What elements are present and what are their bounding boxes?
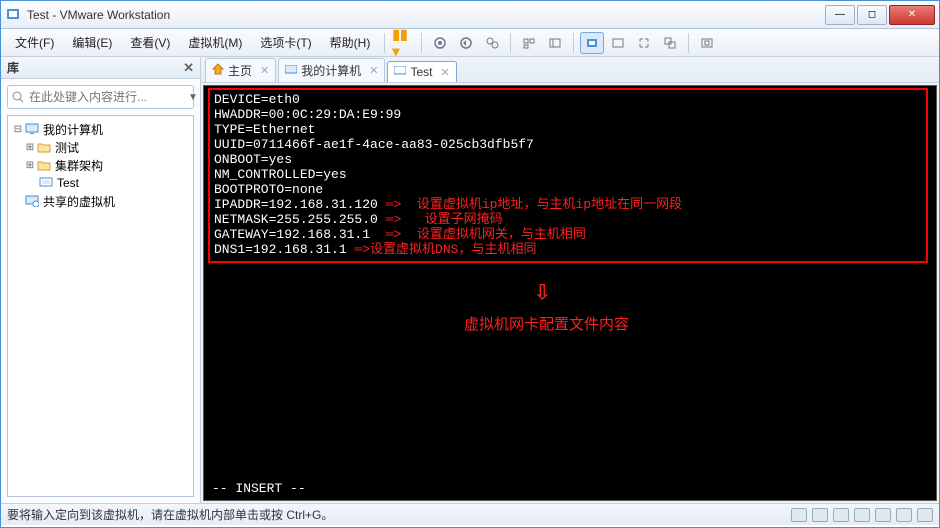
- tree-item-folder[interactable]: ⊞ 集群架构: [10, 156, 191, 174]
- minimize-button[interactable]: —: [825, 5, 855, 25]
- folder-icon: [36, 160, 52, 171]
- device-icon[interactable]: [917, 508, 933, 522]
- terminal-line: NETMASK=255.255.255.0 ═> 设置子网掩码: [214, 212, 922, 227]
- terminal-line: NM_CONTROLLED=yes: [214, 167, 922, 182]
- maximize-button[interactable]: ◻: [857, 5, 887, 25]
- device-icon[interactable]: [812, 508, 828, 522]
- manage-icon[interactable]: [480, 32, 504, 54]
- tab-strip: 主页 ✕ 我的计算机 ✕ Test ✕: [201, 57, 939, 83]
- annotation-text: 设置虚拟机DNS，与主机相同: [370, 242, 536, 257]
- annotation-text: 设置虚拟机网关，与主机相同: [417, 227, 586, 242]
- tab-close-icon[interactable]: ✕: [369, 64, 378, 77]
- pause-button[interactable]: ▮▮ ▾: [391, 32, 415, 54]
- annotation-box: DEVICE=eth0 HWADDR=00:0C:29:DA:E9:99 TYP…: [208, 88, 928, 263]
- tab-my-computer[interactable]: 我的计算机 ✕: [278, 58, 385, 82]
- terminal-line: ONBOOT=yes: [214, 152, 922, 167]
- arrow-icon: ═>: [386, 212, 425, 227]
- thumbnail-icon[interactable]: [517, 32, 541, 54]
- folder-icon: [36, 142, 52, 153]
- shared-icon: [24, 195, 40, 207]
- device-icon[interactable]: [854, 508, 870, 522]
- terminal-line: UUID=0711466f-ae1f-4ace-aa83-025cb3dfb5f…: [214, 137, 922, 152]
- tab-label: 主页: [228, 62, 252, 79]
- search-box[interactable]: ▼: [7, 85, 194, 109]
- sidebar: 库 ✕ ▼ ⊟ 我的计算机 ⊞ 测试 ⊞ 集群架构: [1, 57, 201, 503]
- main-panel: 主页 ✕ 我的计算机 ✕ Test ✕ DEVICE=eth0 HWADDR=0…: [201, 57, 939, 503]
- computer-icon: [24, 123, 40, 135]
- tab-label: 我的计算机: [301, 62, 361, 79]
- menu-tabs[interactable]: 选项卡(T): [252, 31, 319, 54]
- window-title: Test - VMware Workstation: [27, 8, 823, 22]
- terminal-line: IPADDR=192.168.31.120 ═> 设置虚拟机ip地址，与主机ip…: [214, 197, 922, 212]
- terminal-line: DEVICE=eth0: [214, 92, 922, 107]
- tab-test[interactable]: Test ✕: [387, 61, 456, 82]
- titlebar: Test - VMware Workstation — ◻ ✕: [1, 1, 939, 29]
- tree-item-folder[interactable]: ⊞ 测试: [10, 138, 191, 156]
- terminal-view[interactable]: DEVICE=eth0 HWADDR=00:0C:29:DA:E9:99 TYP…: [203, 85, 937, 501]
- search-input[interactable]: [29, 90, 184, 104]
- arrow-icon: ═>: [386, 197, 417, 212]
- device-icon[interactable]: [875, 508, 891, 522]
- fullscreen-icon[interactable]: [632, 32, 656, 54]
- revert-icon[interactable]: [454, 32, 478, 54]
- vim-mode-indicator: -- INSERT --: [212, 481, 306, 496]
- view-mode-2-icon[interactable]: [606, 32, 630, 54]
- tab-label: Test: [410, 65, 432, 79]
- app-icon: [5, 7, 21, 23]
- expand-icon[interactable]: ⊞: [24, 142, 36, 153]
- expand-icon[interactable]: ⊞: [24, 160, 36, 171]
- statusbar: 要将输入定向到该虚拟机，请在虚拟机内部单击或按 Ctrl+G。: [1, 503, 939, 525]
- search-dropdown-icon[interactable]: ▼: [188, 92, 198, 103]
- tree-shared[interactable]: 共享的虚拟机: [10, 192, 191, 210]
- tree-label: 我的计算机: [43, 121, 103, 138]
- sidebar-title: 库: [7, 59, 19, 76]
- menu-vm[interactable]: 虚拟机(M): [180, 31, 250, 54]
- annotation-text: 设置子网掩码: [425, 212, 503, 227]
- computer-icon: [285, 64, 297, 78]
- tree-label: 共享的虚拟机: [43, 193, 115, 210]
- terminal-line: TYPE=Ethernet: [214, 122, 922, 137]
- snapshot-icon[interactable]: [428, 32, 452, 54]
- tree-label: 集群架构: [55, 157, 103, 174]
- tree-label: Test: [57, 176, 79, 190]
- arrow-icon: ═>: [354, 242, 370, 257]
- menubar: 文件(F) 编辑(E) 查看(V) 虚拟机(M) 选项卡(T) 帮助(H) ▮▮…: [1, 29, 939, 57]
- annotation-caption: 虚拟机网卡配置文件内容: [464, 318, 629, 333]
- menu-help[interactable]: 帮助(H): [322, 31, 379, 54]
- tree-item-vm[interactable]: Test: [10, 174, 191, 192]
- menu-edit[interactable]: 编辑(E): [64, 31, 120, 54]
- status-device-icons: [791, 508, 933, 522]
- annotation-text: 设置虚拟机ip地址，与主机ip地址在同一网段: [417, 197, 682, 212]
- library-tree: ⊟ 我的计算机 ⊞ 测试 ⊞ 集群架构 Test 共享的虚拟机: [7, 115, 194, 497]
- menu-view[interactable]: 查看(V): [122, 31, 178, 54]
- big-arrow-icon: ⇩: [534, 286, 551, 301]
- tab-close-icon[interactable]: ✕: [440, 66, 449, 79]
- device-icon[interactable]: [791, 508, 807, 522]
- tab-home[interactable]: 主页 ✕: [205, 58, 276, 82]
- device-icon[interactable]: [896, 508, 912, 522]
- collapse-icon[interactable]: ⊟: [12, 124, 24, 135]
- terminal-line: HWADDR=00:0C:29:DA:E9:99: [214, 107, 922, 122]
- terminal-line: GATEWAY=192.168.31.1 ═> 设置虚拟机网关，与主机相同: [214, 227, 922, 242]
- vm-icon: [394, 65, 406, 79]
- sidebar-close-icon[interactable]: ✕: [183, 60, 194, 76]
- status-text: 要将输入定向到该虚拟机，请在虚拟机内部单击或按 Ctrl+G。: [7, 506, 333, 523]
- close-button[interactable]: ✕: [889, 5, 935, 25]
- tree-label: 测试: [55, 139, 79, 156]
- vm-icon: [38, 177, 54, 189]
- device-icon[interactable]: [833, 508, 849, 522]
- home-icon: [212, 63, 224, 78]
- tree-root[interactable]: ⊟ 我的计算机: [10, 120, 191, 138]
- menu-file[interactable]: 文件(F): [7, 31, 62, 54]
- search-icon: [12, 91, 25, 104]
- sidebar-toggle-icon[interactable]: [543, 32, 567, 54]
- terminal-line: DNS1=192.168.31.1 ═>设置虚拟机DNS，与主机相同: [214, 242, 922, 257]
- cycle-icon[interactable]: [695, 32, 719, 54]
- unity-icon[interactable]: [658, 32, 682, 54]
- terminal-line: BOOTPROTO=none: [214, 182, 922, 197]
- tab-close-icon[interactable]: ✕: [260, 64, 269, 77]
- view-mode-1-icon[interactable]: [580, 32, 604, 54]
- arrow-icon: ═>: [386, 227, 417, 242]
